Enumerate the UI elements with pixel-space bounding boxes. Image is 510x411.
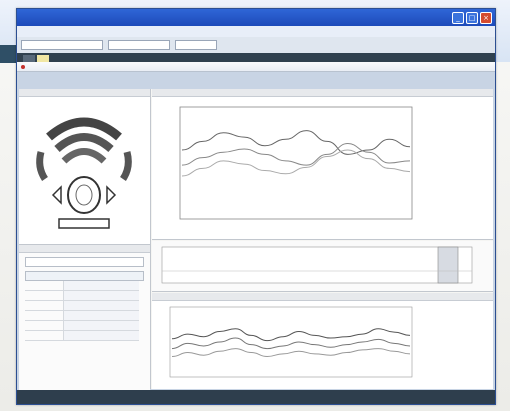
arc-left[interactable] bbox=[36, 151, 48, 181]
secondary-chart-panel bbox=[152, 293, 493, 389]
bottom-bar[interactable] bbox=[58, 218, 110, 229]
background-strip bbox=[0, 45, 16, 63]
right-arrow-icon[interactable] bbox=[106, 185, 117, 205]
main-chart bbox=[179, 106, 413, 220]
secondary-menu bbox=[17, 62, 495, 72]
arc-right[interactable] bbox=[120, 151, 132, 181]
arc-top-inner[interactable] bbox=[61, 148, 107, 164]
app-window: _ □ × bbox=[16, 8, 496, 405]
center-ellipse[interactable] bbox=[67, 176, 101, 214]
secondary-chart-plot-area bbox=[169, 306, 413, 378]
property-row[interactable] bbox=[25, 281, 139, 291]
device-diagram bbox=[19, 97, 150, 237]
property-row[interactable] bbox=[25, 301, 139, 311]
panel-header-left bbox=[19, 89, 150, 97]
panel-header-chart2 bbox=[152, 293, 493, 301]
titlebar[interactable]: _ □ × bbox=[17, 9, 495, 26]
arc-top-middle[interactable] bbox=[54, 133, 114, 153]
record-icon[interactable] bbox=[21, 64, 25, 69]
tab-2[interactable] bbox=[37, 55, 49, 62]
property-select[interactable] bbox=[25, 257, 144, 267]
toolbar-field[interactable] bbox=[21, 40, 103, 50]
properties-panel bbox=[19, 244, 150, 390]
statusbar bbox=[17, 390, 495, 404]
tabstrip bbox=[17, 53, 495, 62]
minimize-icon[interactable]: _ bbox=[452, 11, 464, 24]
property-row[interactable] bbox=[25, 331, 139, 341]
timeline-track[interactable] bbox=[161, 246, 473, 284]
main-chart-panel bbox=[152, 89, 493, 240]
timeline-panel bbox=[152, 241, 493, 292]
menubar bbox=[17, 26, 495, 37]
property-row[interactable] bbox=[25, 311, 139, 321]
timeline-selection[interactable] bbox=[437, 246, 459, 284]
close-icon[interactable]: × bbox=[480, 11, 492, 24]
maximize-icon[interactable]: □ bbox=[466, 11, 478, 24]
desktop: _ □ × bbox=[0, 0, 510, 411]
left-panel bbox=[19, 89, 151, 390]
property-row[interactable] bbox=[25, 321, 139, 331]
toolbar-field-3[interactable] bbox=[175, 40, 217, 50]
tab-1[interactable] bbox=[23, 55, 35, 62]
main-content bbox=[19, 89, 493, 390]
panel-header-chart bbox=[152, 89, 493, 97]
property-group[interactable] bbox=[25, 271, 144, 281]
property-row[interactable] bbox=[25, 291, 139, 301]
right-panel bbox=[152, 89, 493, 389]
panel-header-properties bbox=[19, 245, 150, 253]
secondary-chart bbox=[169, 306, 413, 378]
left-arrow-icon[interactable] bbox=[51, 185, 62, 205]
property-grid bbox=[25, 281, 139, 341]
toolbar bbox=[17, 37, 495, 53]
toolbar-field-2[interactable] bbox=[108, 40, 170, 50]
